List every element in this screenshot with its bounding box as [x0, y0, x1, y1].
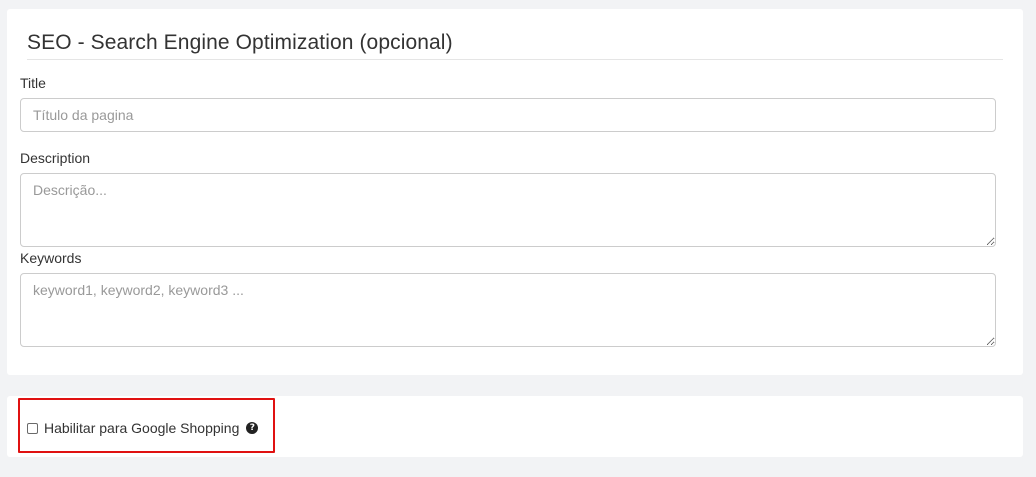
title-input[interactable]: [20, 98, 996, 132]
question-circle-icon[interactable]: ?: [246, 422, 259, 434]
description-label: Description: [20, 150, 91, 166]
section-title: SEO - Search Engine Optimization (opcion…: [27, 31, 453, 54]
keywords-label: Keywords: [20, 250, 82, 266]
keywords-textarea[interactable]: [20, 273, 996, 347]
google-shopping-checkbox[interactable]: [27, 422, 38, 434]
title-label: Title: [20, 75, 46, 91]
google-shopping-label[interactable]: Habilitar para Google Shopping: [44, 420, 239, 436]
description-textarea[interactable]: [20, 173, 996, 247]
section-divider: [27, 59, 1003, 60]
google-shopping-option[interactable]: Habilitar para Google Shopping ?: [27, 419, 259, 437]
